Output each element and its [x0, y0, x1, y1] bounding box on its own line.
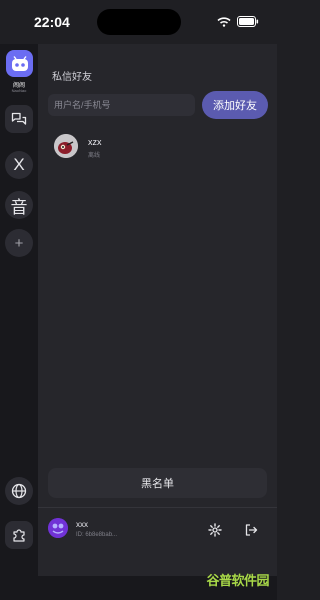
logout-icon	[245, 524, 258, 536]
friends-panel: 私信好友 添加好友 xzx 离线 黑名单 xxx ID: 6b8e8bab...	[38, 44, 277, 576]
user-id: ID: 6b8e8bab...	[76, 532, 118, 538]
status-bar: 22:04	[0, 0, 277, 44]
settings-button[interactable]	[208, 523, 222, 542]
status-icons	[217, 14, 259, 32]
friend-status: 离线	[88, 153, 101, 159]
globe-icon	[11, 483, 27, 499]
rail-plugin-button[interactable]	[5, 521, 33, 549]
app-logo[interactable]	[6, 50, 33, 77]
section-title: 私信好友	[52, 72, 92, 83]
robot-icon	[11, 55, 28, 71]
blacklist-button[interactable]: 黑名单	[48, 468, 267, 498]
rail-item-x-label: X	[13, 155, 25, 174]
add-friend-button[interactable]: 添加好友	[202, 91, 268, 119]
status-time: 22:04	[34, 14, 70, 30]
plus-icon: +	[14, 234, 24, 252]
puzzle-icon	[13, 529, 25, 542]
list-item[interactable]: xzx 离线	[54, 134, 254, 166]
gear-icon	[208, 523, 222, 537]
rail-item-yin-label: 音	[10, 197, 28, 217]
avatar	[54, 134, 78, 158]
friend-name: xzx	[88, 137, 102, 147]
search-input[interactable]	[48, 94, 195, 116]
battery-icon	[237, 14, 259, 32]
divider	[38, 507, 277, 508]
user-avatar[interactable]	[48, 518, 68, 538]
rail-item-yin[interactable]: 音	[5, 191, 33, 219]
rail-globe-button[interactable]	[5, 477, 33, 505]
wifi-icon	[217, 14, 231, 32]
rail-add-button[interactable]: +	[5, 229, 33, 257]
chat-bubbles-icon	[11, 112, 27, 125]
app-subtitle: NaoNao	[11, 88, 27, 93]
logout-button[interactable]	[244, 523, 258, 542]
dynamic-island	[97, 9, 181, 35]
rail-messages-button[interactable]	[5, 105, 33, 133]
watermark: 谷普软件园	[206, 573, 269, 588]
user-name: xxx	[76, 520, 88, 529]
rail-item-x[interactable]: X	[5, 151, 33, 179]
